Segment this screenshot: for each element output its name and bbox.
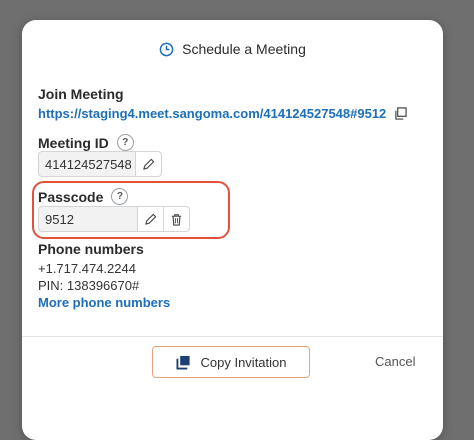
meeting-id-field-group: 414124527548 [38, 151, 162, 177]
meeting-id-help-icon[interactable]: ? [116, 134, 134, 151]
passcode-field-group: 9512 [38, 206, 190, 232]
passcode-delete-button[interactable] [164, 206, 190, 232]
footer-divider [22, 336, 443, 337]
meeting-id-label: Meeting ID ? [38, 134, 134, 151]
meeting-id-field[interactable]: 414124527548 [38, 151, 136, 177]
dialog-header: Schedule a Meeting [22, 38, 443, 60]
dialog-title: Schedule a Meeting [182, 41, 306, 57]
copy-stack-icon [175, 355, 190, 370]
clock-icon [159, 42, 174, 56]
cancel-button[interactable]: Cancel [375, 354, 415, 369]
pencil-icon [145, 213, 157, 225]
copy-icon[interactable] [394, 107, 407, 120]
passcode-help-icon[interactable]: ? [111, 188, 129, 205]
join-link-row: https://staging4.meet.sangoma.com/414124… [38, 106, 407, 121]
schedule-meeting-dialog: Schedule a Meeting Join Meeting https://… [22, 20, 443, 440]
pencil-icon [143, 158, 155, 170]
trash-icon [171, 213, 182, 226]
copy-invitation-button[interactable]: Copy Invitation [152, 346, 310, 378]
more-phone-numbers-link[interactable]: More phone numbers [38, 295, 170, 310]
passcode-edit-button[interactable] [138, 206, 164, 232]
phone-pin: PIN: 138396670# [38, 278, 140, 293]
join-meeting-link[interactable]: https://staging4.meet.sangoma.com/414124… [38, 106, 386, 121]
phone-numbers-label: Phone numbers [38, 241, 144, 257]
join-meeting-label: Join Meeting [38, 86, 124, 102]
passcode-field[interactable]: 9512 [38, 206, 138, 232]
meeting-id-edit-button[interactable] [136, 151, 162, 177]
passcode-label: Passcode ? [38, 188, 129, 205]
phone-number: +1.717.474.2244 [38, 261, 136, 276]
copy-invitation-label: Copy Invitation [200, 354, 287, 370]
